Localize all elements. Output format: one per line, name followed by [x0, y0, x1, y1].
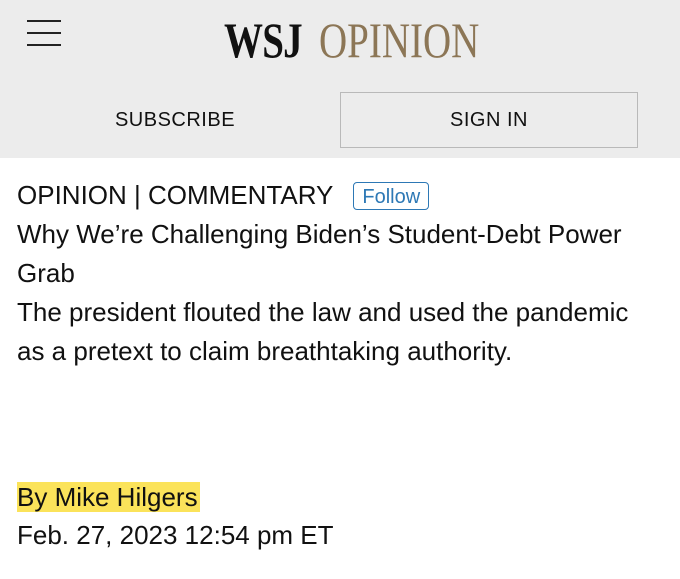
article-dek: The president flouted the law and used t… — [17, 297, 629, 366]
site-header: WSJ OPINION SUBSCRIBE SIGN IN — [0, 0, 680, 158]
publish-date: Feb. 27, 2023 12:54 pm ET — [17, 520, 334, 550]
logo-wsj: WSJ — [224, 12, 303, 68]
menu-line — [27, 44, 61, 46]
author-byline[interactable]: By Mike Hilgers — [17, 482, 200, 512]
menu-line — [27, 32, 61, 34]
section-row: OPINION | COMMENTARY Follow — [17, 176, 657, 215]
section-label[interactable]: OPINION | COMMENTARY — [17, 176, 333, 215]
menu-line — [27, 20, 61, 22]
logo-opinion: OPINION — [319, 12, 480, 68]
subscribe-button[interactable]: SUBSCRIBE — [30, 92, 320, 148]
wsj-opinion-logo[interactable]: WSJ OPINION — [224, 10, 479, 70]
byline-row: By Mike Hilgers — [17, 478, 200, 517]
article-headline: Why We’re Challenging Biden’s Student-De… — [17, 219, 622, 288]
hamburger-menu-icon[interactable] — [27, 18, 61, 48]
article-header: OPINION | COMMENTARY Follow Why We’re Ch… — [17, 176, 657, 371]
sign-in-button[interactable]: SIGN IN — [340, 92, 638, 148]
follow-button[interactable]: Follow — [353, 181, 430, 210]
